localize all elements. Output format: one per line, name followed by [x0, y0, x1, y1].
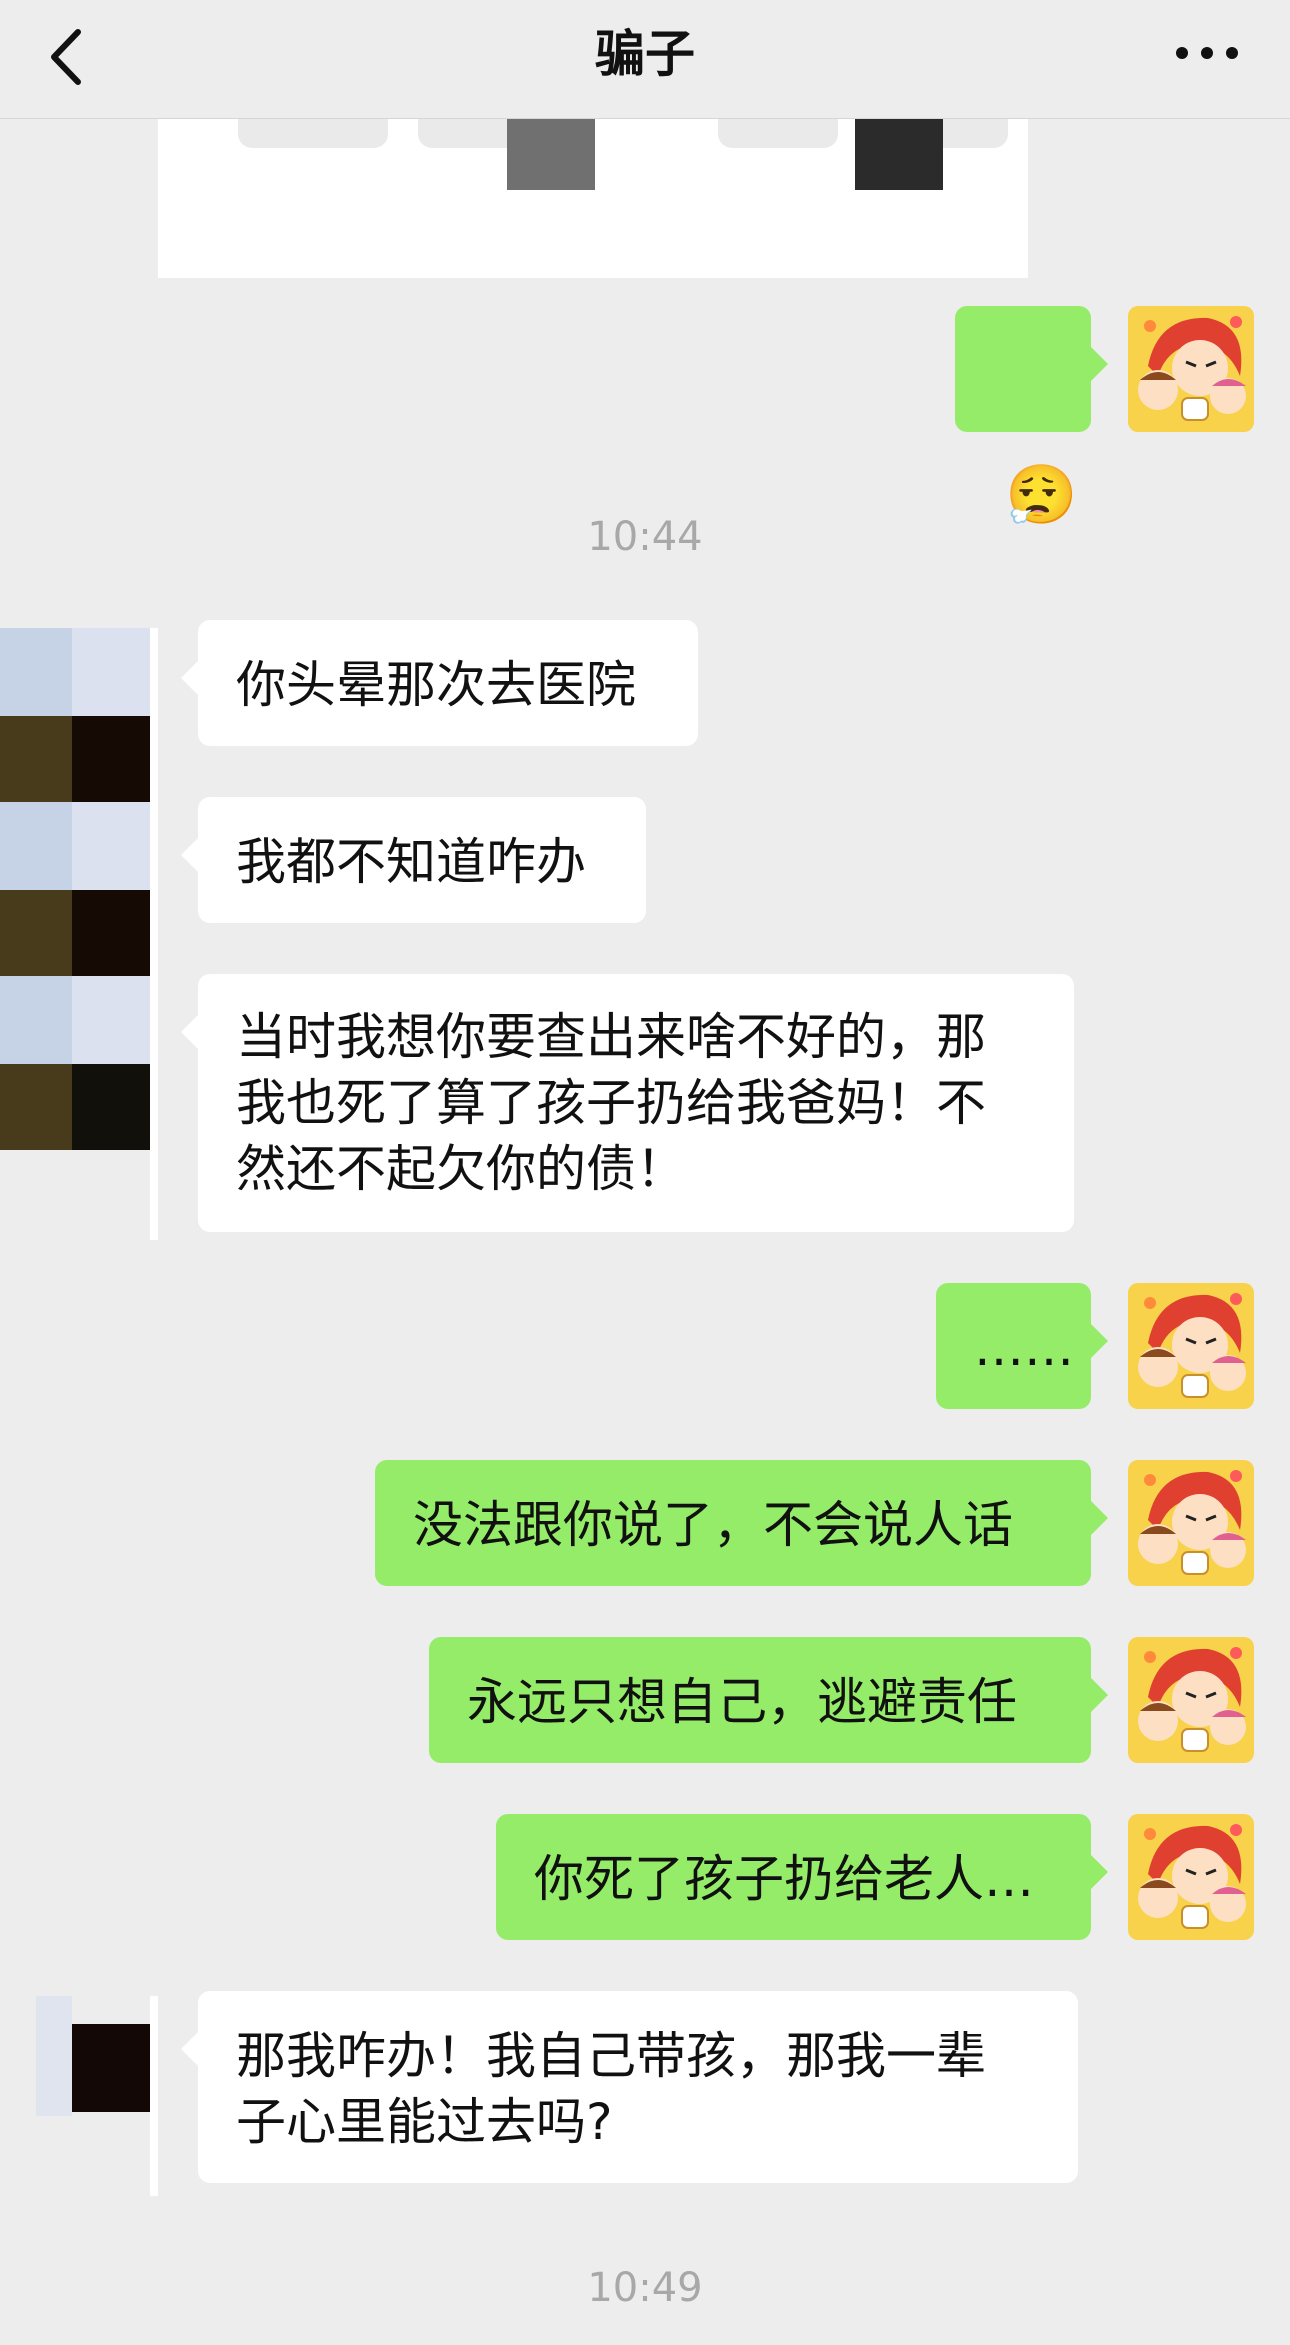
cartoon-avatar-icon	[1128, 306, 1254, 432]
message-bubble-other[interactable]: 我都不知道咋办	[181, 797, 646, 923]
avatar-self[interactable]	[1128, 306, 1254, 432]
avatar-self[interactable]	[1128, 1637, 1254, 1763]
avatar-other-pixelated[interactable]	[0, 628, 158, 1240]
chat-header: 骗子	[0, 0, 1290, 119]
avatar-self[interactable]	[1128, 1814, 1254, 1940]
message-bubble-other[interactable]: 当时我想你要查出来啥不好的，那 我也死了算了孩子扔给我爸妈！不 然还不起欠你的债…	[181, 974, 1074, 1232]
cartoon-avatar-icon	[1128, 1283, 1254, 1409]
more-button[interactable]	[1172, 38, 1242, 68]
redacted-message	[158, 100, 1028, 278]
message-bubble-other[interactable]: 那我咋办！我自己带孩，那我一辈 子心里能过去吗?	[181, 1991, 1078, 2183]
more-dots-icon	[1176, 47, 1238, 59]
avatar-self[interactable]	[1128, 1283, 1254, 1409]
cartoon-avatar-icon	[1128, 1460, 1254, 1586]
avatar-self[interactable]	[1128, 1460, 1254, 1586]
message-bubble-self[interactable]: 你死了孩子扔给老人…	[496, 1814, 1108, 1940]
cartoon-avatar-icon	[1128, 1637, 1254, 1763]
cartoon-avatar-icon	[1128, 1814, 1254, 1940]
message-bubble-self[interactable]: 永远只想自己，逃避责任	[429, 1637, 1108, 1763]
message-bubble-self[interactable]: 没法跟你说了，不会说人话	[375, 1460, 1108, 1586]
chat-title: 骗子	[595, 25, 695, 83]
message-bubble-self[interactable]: 😮‍💨	[955, 306, 1108, 529]
message-bubble-self[interactable]: ……	[936, 1283, 1108, 1409]
avatar-other-pixelated[interactable]	[36, 1996, 158, 2196]
timestamp: 10:49	[587, 2265, 703, 2311]
message-bubble-other[interactable]: 你头晕那次去医院	[181, 620, 698, 746]
timestamp: 10:44	[587, 514, 703, 560]
